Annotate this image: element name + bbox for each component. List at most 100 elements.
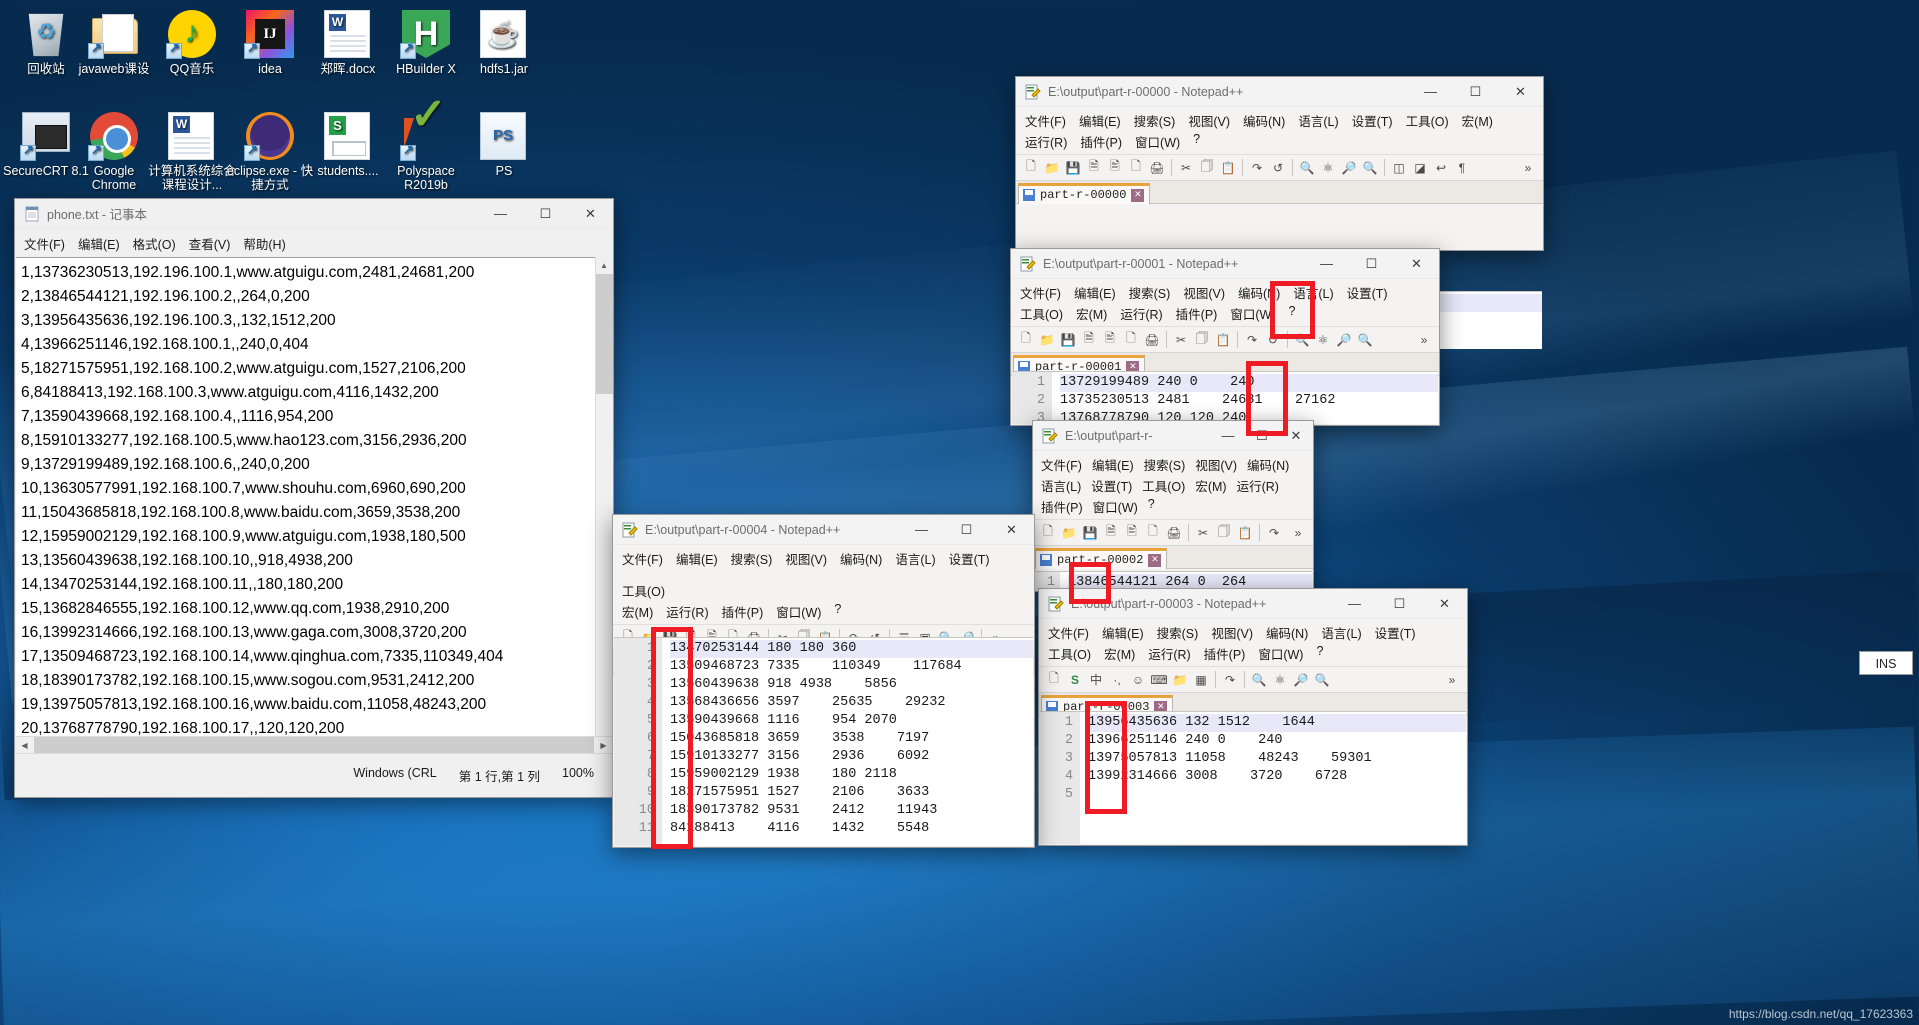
menu-item-language[interactable]: 语言(L) xyxy=(1298,111,1338,130)
menu-item-window[interactable]: 窗口(W) xyxy=(776,602,821,621)
menu-item-help[interactable]: ? xyxy=(1288,304,1295,323)
desktop-icon-students[interactable]: students.... xyxy=(304,106,392,178)
menu-item-search[interactable]: 搜索(S) xyxy=(1157,623,1199,642)
toolbar-overflow-icon[interactable]: » xyxy=(1414,330,1434,350)
close-button[interactable]: ✕ xyxy=(1498,77,1543,107)
desktop-icon-course-design-docx[interactable]: 计算机系统综合课程设计... xyxy=(148,106,236,192)
open-file-icon[interactable]: 📁 xyxy=(1059,523,1079,543)
undo-icon[interactable]: ↷ xyxy=(1247,158,1267,178)
find-icon[interactable]: 🔍 xyxy=(1249,670,1269,690)
toolbar-overflow-icon[interactable]: » xyxy=(1442,670,1462,690)
menu-item-settings[interactable]: 设置(T) xyxy=(1352,111,1393,130)
menu-item-file[interactable]: 文件(F) xyxy=(1020,283,1061,302)
menu-item-language[interactable]: 语言(L) xyxy=(1321,623,1361,642)
titlebar[interactable]: E:\output\part-r-00001 - Notepad++ — ☐ ✕ xyxy=(1011,249,1439,279)
desktop-icon-javaweb[interactable]: javaweb课设 xyxy=(70,4,158,76)
menu-item-encoding[interactable]: 编码(N) xyxy=(1243,111,1285,130)
desktop-icon-qq-music[interactable]: QQ音乐 xyxy=(148,4,236,76)
menu-item-macro[interactable]: 宏(M) xyxy=(1076,304,1107,323)
paste-icon[interactable]: 📋 xyxy=(1235,523,1255,543)
menu-item-macro[interactable]: 宏(M) xyxy=(1462,111,1493,130)
save-all-icon[interactable]: 🗎 xyxy=(1101,523,1121,543)
notepad-window[interactable]: phone.txt - 记事本 — ☐ ✕ 文件(F) 编辑(E) 格式(O) … xyxy=(14,198,614,798)
cut-icon[interactable]: ✂ xyxy=(1176,158,1196,178)
replace-icon[interactable]: ⚛ xyxy=(1318,158,1338,178)
notepadpp-window-part-r-00002[interactable]: E:\output\part-r- — ☐ ✕ 文件(F) 编辑(E) 搜索(S… xyxy=(1032,420,1314,604)
ime-s-icon[interactable]: S xyxy=(1065,670,1085,690)
scrollbar-thumb[interactable] xyxy=(596,274,613,394)
menu-item-macro[interactable]: 宏(M) xyxy=(1195,476,1226,495)
menu-item-tools[interactable]: 工具(O) xyxy=(1406,111,1449,130)
ime-chinese-icon[interactable]: 中 xyxy=(1086,670,1106,690)
menu-item-settings[interactable]: 设置(T) xyxy=(1347,283,1388,302)
menu-item-view[interactable]: 视图(V) xyxy=(785,549,827,568)
cut-icon[interactable]: ✂ xyxy=(1193,523,1213,543)
new-file-icon[interactable]: 🗋 xyxy=(1016,330,1036,350)
print-icon[interactable]: 🖨 xyxy=(1147,158,1167,178)
scroll-left-icon[interactable]: ◀ xyxy=(16,737,33,753)
menu-item-edit[interactable]: 编辑(E) xyxy=(1102,623,1144,642)
notepadpp-window-part-r-00000[interactable]: E:\output\part-r-00000 - Notepad++ — ☐ ✕… xyxy=(1015,76,1544,349)
menu-item-plugins[interactable]: 插件(P) xyxy=(1204,644,1246,663)
tab-close-icon[interactable]: ✕ xyxy=(1131,188,1145,202)
notepadpp-window-part-r-00004[interactable]: E:\output\part-r-00004 - Notepad++ — ☐ ✕… xyxy=(612,514,1035,849)
menu-item-macro[interactable]: 宏(M) xyxy=(622,602,653,621)
close-all-icon[interactable]: 🗋 xyxy=(1143,523,1163,543)
menu-item-view[interactable]: 视图(V) xyxy=(1183,283,1225,302)
menu-item-view[interactable]: 视图(V) xyxy=(1188,111,1230,130)
save-all-icon[interactable]: 🗎 xyxy=(1079,330,1099,350)
undo-icon[interactable]: ↷ xyxy=(1242,330,1262,350)
maximize-button[interactable]: ☐ xyxy=(1349,249,1394,279)
notepadpp-window-part-r-00003[interactable]: E:\output\part-r-00003 - Notepad++ — ☐ ✕… xyxy=(1038,588,1468,846)
ime-punct-icon[interactable]: ·, xyxy=(1107,670,1127,690)
zoom-in-icon[interactable]: 🔎 xyxy=(1339,158,1359,178)
copy-icon[interactable]: 🗍 xyxy=(1192,330,1212,350)
close-file-icon[interactable]: 🖹 xyxy=(1122,523,1142,543)
menu-item-format[interactable]: 格式(O) xyxy=(133,234,176,253)
notepad-content[interactable]: 1,13736230513,192.196.100.1,www.atguigu.… xyxy=(16,258,612,753)
close-file-icon[interactable]: 🖹 xyxy=(1100,330,1120,350)
menu-item-help[interactable]: 帮助(H) xyxy=(243,234,285,253)
notepad-text-area[interactable]: 1,13736230513,192.196.100.1,www.atguigu.… xyxy=(16,257,612,753)
menu-item-window[interactable]: 窗口(W) xyxy=(1258,644,1303,663)
menu-item-plugins[interactable]: 插件(P) xyxy=(722,602,764,621)
menu-item-plugins[interactable]: 插件(P) xyxy=(1176,304,1218,323)
scrollbar-thumb[interactable] xyxy=(34,737,594,753)
paste-icon[interactable]: 📋 xyxy=(1218,158,1238,178)
minimize-button[interactable]: — xyxy=(1211,421,1245,451)
menu-item-view[interactable]: 查看(V) xyxy=(189,234,231,253)
menu-item-encoding[interactable]: 编码(N) xyxy=(840,549,882,568)
editor-content[interactable]: 13470253144 180 180 360 13509468723 7335 … xyxy=(662,638,1033,846)
notepad-horizontal-scrollbar[interactable]: ◀ ▶ xyxy=(16,736,612,753)
tab-part-r-00000[interactable]: part-r-00000 ✕ xyxy=(1018,183,1151,204)
menu-item-run[interactable]: 运行(R) xyxy=(1237,476,1279,495)
zoom-in-icon[interactable]: 🔎 xyxy=(1291,670,1311,690)
desktop-icon-hbuilder-x[interactable]: H HBuilder X xyxy=(382,4,470,76)
maximize-button[interactable]: ☐ xyxy=(944,515,989,545)
menu-item-edit[interactable]: 编辑(E) xyxy=(676,549,718,568)
maximize-button[interactable]: ☐ xyxy=(1453,77,1498,107)
menu-item-macro[interactable]: 宏(M) xyxy=(1104,644,1135,663)
save-all-icon[interactable]: 🗎 xyxy=(1084,158,1104,178)
copy-icon[interactable]: 🗍 xyxy=(1197,158,1217,178)
maximize-button[interactable]: ☐ xyxy=(523,199,568,229)
ime-folder-icon[interactable]: 📁 xyxy=(1170,670,1190,690)
zoom-out-icon[interactable]: 🔍 xyxy=(1360,158,1380,178)
close-button[interactable]: ✕ xyxy=(1394,249,1439,279)
menu-item-language[interactable]: 语言(L) xyxy=(1041,476,1081,495)
maximize-button[interactable]: ☐ xyxy=(1377,589,1422,619)
new-file-icon[interactable]: 🗋 xyxy=(1038,523,1058,543)
menu-item-language[interactable]: 语言(L) xyxy=(1293,283,1333,302)
titlebar[interactable]: E:\output\part-r- — ☐ ✕ xyxy=(1033,421,1313,451)
menu-item-tools[interactable]: 工具(O) xyxy=(1020,304,1063,323)
close-button[interactable]: ✕ xyxy=(1279,421,1313,451)
sync-scroll-icon[interactable]: ◫ xyxy=(1389,158,1409,178)
menu-item-edit[interactable]: 编辑(E) xyxy=(1074,283,1116,302)
word-wrap-icon[interactable]: ↩ xyxy=(1431,158,1451,178)
replace-icon[interactable]: ⚛ xyxy=(1270,670,1290,690)
toolbar-overflow-icon[interactable]: » xyxy=(1518,158,1538,178)
menu-item-file[interactable]: 文件(F) xyxy=(622,549,663,568)
menu-item-edit[interactable]: 编辑(E) xyxy=(1079,111,1121,130)
menu-item-window[interactable]: 窗口(W) xyxy=(1135,132,1180,151)
print-icon[interactable]: 🖨 xyxy=(1164,523,1184,543)
